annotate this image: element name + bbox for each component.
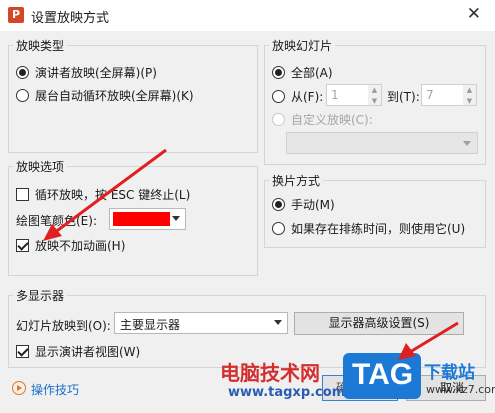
spin-down-icon[interactable]: ▼ [368, 96, 381, 107]
dialog-title: 设置放映方式 [31, 11, 110, 26]
presenter-view-checkbox[interactable] [16, 345, 29, 358]
pen-color-label: 绘图笔颜色(E): [16, 214, 97, 228]
watermark-download-url: www.xz7.com [426, 383, 495, 396]
loop-checkbox[interactable] [16, 188, 29, 201]
presenter-mode-label[interactable]: 演讲者放映(全屏幕)(P) [35, 64, 157, 81]
monitor-select-value: 主要显示器 [120, 318, 181, 332]
kiosk-mode-radio[interactable] [16, 89, 29, 102]
show-on-label: 幻灯片放映到(O): [16, 319, 111, 333]
advance-group [264, 180, 486, 248]
watermark-download-text: 下载站 [424, 363, 475, 383]
to-slide-label: 到(T): [387, 90, 420, 104]
multi-display-group-label: 多显示器 [13, 287, 68, 304]
watermark-tag-logo: TAG [343, 353, 421, 399]
no-animation-label[interactable]: 放映不加动画(H) [35, 237, 125, 254]
presenter-mode-radio[interactable] [16, 66, 29, 79]
spin-up-icon[interactable]: ▲ [463, 85, 476, 96]
tips-icon[interactable] [12, 381, 26, 395]
advance-group-label: 换片方式 [269, 172, 324, 189]
title-bar: P 设置放映方式 ✕ [0, 0, 495, 31]
from-slide-spinner[interactable]: ▲ ▼ [368, 85, 381, 105]
all-slides-radio[interactable] [272, 66, 285, 79]
from-slide-label[interactable]: 从(F): [291, 88, 323, 105]
pen-color-swatch [113, 212, 170, 226]
spin-down-icon[interactable]: ▼ [463, 96, 476, 107]
spin-up-icon[interactable]: ▲ [368, 85, 381, 96]
from-slide-radio[interactable] [272, 90, 285, 103]
watermark-site-url: www.tagxp.com [228, 385, 346, 400]
timing-advance-label[interactable]: 如果存在排练时间，则使用它(U) [291, 220, 465, 237]
manual-advance-label[interactable]: 手动(M) [291, 196, 335, 213]
custom-show-radio [272, 113, 285, 126]
watermark-site-name: 电脑技术网 [220, 361, 320, 385]
timing-advance-radio[interactable] [272, 222, 285, 235]
manual-advance-radio[interactable] [272, 198, 285, 211]
tips-link[interactable]: 操作技巧 [31, 381, 79, 398]
kiosk-mode-label[interactable]: 展台自动循环放映(全屏幕)(K) [35, 87, 194, 104]
presenter-view-label[interactable]: 显示演讲者视图(W) [35, 343, 140, 360]
close-icon[interactable]: ✕ [467, 4, 481, 24]
chevron-down-icon [274, 320, 282, 325]
wps-presentation-icon: P [8, 7, 24, 23]
chevron-down-icon [463, 141, 471, 146]
show-type-group-label: 放映类型 [13, 37, 68, 54]
custom-show-combo [286, 132, 478, 154]
to-slide-spinner[interactable]: ▲ ▼ [463, 85, 476, 105]
pen-color-combo[interactable] [109, 208, 186, 230]
show-options-group-label: 放映选项 [13, 158, 68, 175]
no-animation-checkbox[interactable] [16, 239, 29, 252]
custom-show-label: 自定义放映(C): [291, 113, 373, 127]
display-advanced-settings-button[interactable]: 显示器高级设置(S) [294, 312, 464, 335]
all-slides-label[interactable]: 全部(A) [291, 64, 333, 81]
slides-group-label: 放映幻灯片 [269, 37, 336, 54]
monitor-select[interactable]: 主要显示器 [114, 312, 288, 334]
watermark-tag-text: TAG [352, 358, 414, 391]
chevron-down-icon [172, 216, 180, 221]
loop-label[interactable]: 循环放映，按 ESC 键终止(L) [35, 186, 190, 203]
